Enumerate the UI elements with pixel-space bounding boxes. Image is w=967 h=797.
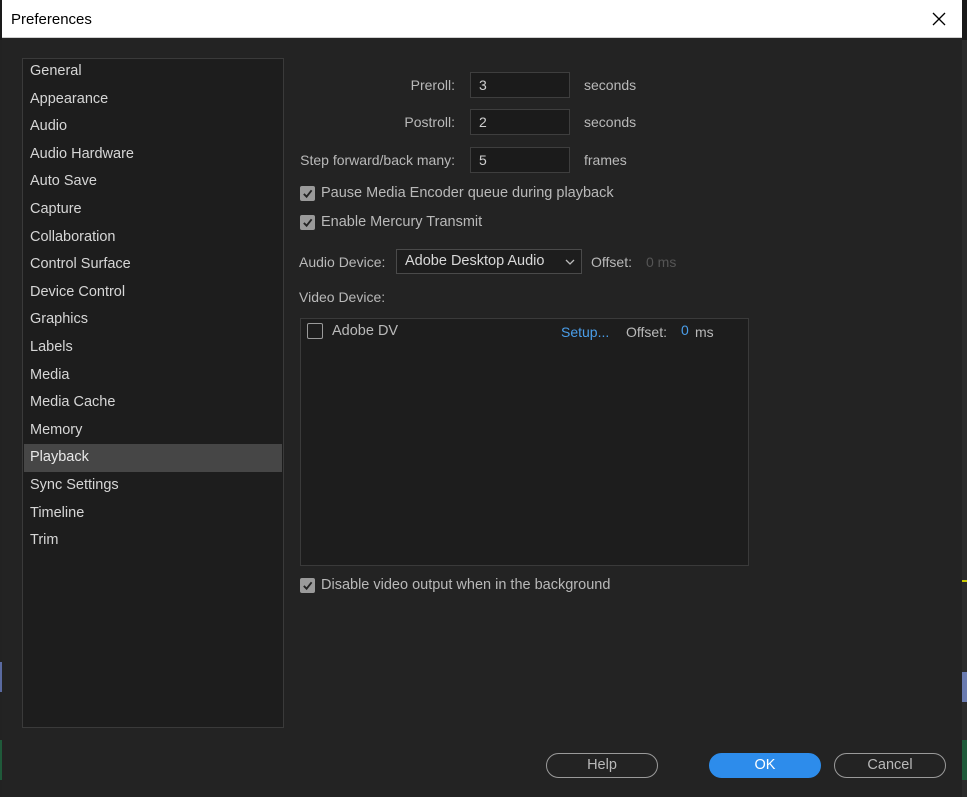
- sidebar-item-capture[interactable]: Capture: [24, 196, 282, 224]
- close-icon: [932, 12, 946, 26]
- disable-bg-option[interactable]: Disable video output when in the backgro…: [300, 577, 610, 593]
- mercury-checkbox[interactable]: [300, 214, 315, 230]
- postroll-label: Postroll:: [404, 114, 455, 130]
- audio-offset-value: 0 ms: [646, 254, 677, 270]
- pause-encoder-checkbox[interactable]: [300, 185, 315, 201]
- close-button[interactable]: [916, 0, 962, 38]
- chevron-down-icon: [565, 259, 575, 265]
- setup-link[interactable]: Setup...: [561, 324, 609, 340]
- sidebar-item-general[interactable]: General: [24, 58, 282, 86]
- mercury-label: Enable Mercury Transmit: [321, 214, 483, 230]
- mercury-option[interactable]: Enable Mercury Transmit: [300, 214, 482, 230]
- video-device-row[interactable]: Adobe DV: [307, 323, 398, 339]
- background-app-right: [962, 40, 967, 797]
- category-list: General Appearance Audio Audio Hardware Auto…: [22, 58, 284, 728]
- pause-encoder-option[interactable]: Pause Media Encoder queue during playbac…: [300, 185, 614, 201]
- video-device-list: Adobe DV Setup... Offset: 0 ms: [300, 318, 749, 566]
- video-offset-unit: ms: [695, 324, 714, 340]
- title-bar[interactable]: Preferences: [2, 0, 962, 38]
- preroll-input[interactable]: 3: [470, 72, 570, 98]
- sidebar-item-control-surface[interactable]: Control Surface: [24, 251, 282, 279]
- preroll-unit: seconds: [584, 77, 637, 93]
- audio-offset-label: Offset:: [591, 254, 632, 270]
- pause-encoder-label: Pause Media Encoder queue during playbac…: [321, 185, 614, 201]
- postroll-input[interactable]: 2: [470, 109, 570, 135]
- sidebar-item-device-control[interactable]: Device Control: [24, 279, 282, 307]
- cancel-button[interactable]: Cancel: [834, 753, 946, 778]
- sidebar-item-playback[interactable]: Playback: [24, 444, 282, 472]
- sidebar-item-timeline[interactable]: Timeline: [24, 500, 282, 528]
- checkmark-icon: [303, 218, 313, 227]
- video-device-name: Adobe DV: [332, 323, 399, 339]
- sidebar-item-audio-hardware[interactable]: Audio Hardware: [24, 141, 282, 169]
- sidebar-item-media[interactable]: Media: [24, 362, 282, 390]
- video-offset-label: Offset:: [626, 324, 667, 340]
- disable-bg-label: Disable video output when in the backgro…: [321, 577, 611, 593]
- window-title: Preferences: [11, 11, 92, 28]
- step-label: Step forward/back many:: [300, 152, 455, 168]
- ok-button[interactable]: OK: [709, 753, 821, 778]
- background-marker: [962, 580, 967, 582]
- audio-device-select[interactable]: Adobe Desktop Audio: [396, 249, 582, 274]
- adobe-dv-checkbox[interactable]: [307, 323, 323, 339]
- audio-device-value: Adobe Desktop Audio: [405, 253, 545, 269]
- audio-device-label: Audio Device:: [299, 254, 386, 270]
- preferences-dialog: Preferences General Appearance Audio Audio …: [2, 0, 962, 797]
- checkmark-icon: [303, 581, 313, 590]
- sidebar-item-appearance[interactable]: Appearance: [24, 86, 282, 114]
- sidebar-item-sync-settings[interactable]: Sync Settings: [24, 472, 282, 500]
- background-clip: [962, 672, 967, 702]
- help-button[interactable]: Help: [546, 753, 658, 778]
- sidebar-item-trim[interactable]: Trim: [24, 527, 282, 555]
- step-unit: frames: [584, 152, 627, 168]
- sidebar-item-labels[interactable]: Labels: [24, 334, 282, 362]
- video-offset-value[interactable]: 0: [681, 322, 689, 338]
- sidebar-item-media-cache[interactable]: Media Cache: [24, 389, 282, 417]
- sidebar-item-memory[interactable]: Memory: [24, 417, 282, 445]
- disable-bg-checkbox[interactable]: [300, 577, 315, 593]
- step-input[interactable]: 5: [470, 147, 570, 173]
- category-list-items: General Appearance Audio Audio Hardware Auto…: [23, 58, 283, 555]
- postroll-unit: seconds: [584, 114, 637, 130]
- sidebar-item-auto-save[interactable]: Auto Save: [24, 168, 282, 196]
- background-clip: [962, 740, 967, 780]
- sidebar-item-graphics[interactable]: Graphics: [24, 306, 282, 334]
- checkmark-icon: [303, 189, 313, 198]
- sidebar-item-collaboration[interactable]: Collaboration: [24, 224, 282, 252]
- video-device-label: Video Device:: [299, 289, 386, 305]
- sidebar-item-audio[interactable]: Audio: [24, 113, 282, 141]
- preroll-label: Preroll:: [410, 77, 455, 93]
